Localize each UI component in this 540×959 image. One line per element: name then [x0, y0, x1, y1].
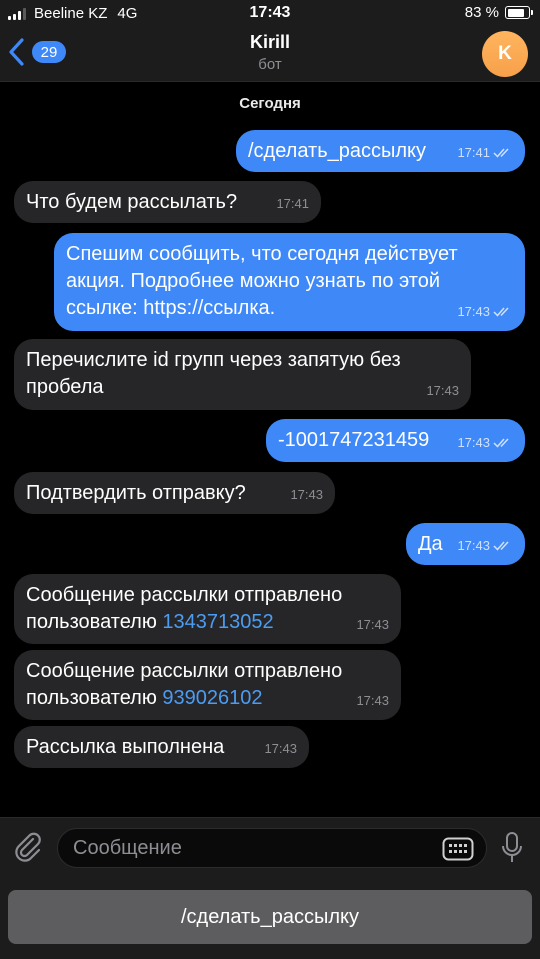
message-text: -1001747231459: [278, 429, 430, 451]
message-time: 17:43: [264, 741, 297, 756]
message-time: 17:43: [457, 532, 513, 559]
status-time: 17:43: [249, 4, 291, 21]
message-incoming[interactable]: Сообщение рассылки отправлено пользовате…: [14, 650, 401, 720]
message-text: Да: [418, 533, 443, 555]
message-text-line: Сообщение рассылки отправлено: [26, 660, 343, 682]
message-outgoing[interactable]: Спешим сообщить, что сегодня действует а…: [54, 233, 525, 331]
message-text-line: пользователю 939026102: [26, 687, 263, 709]
message-text-line: Перечислите id групп через запятую без: [26, 349, 401, 371]
message-time: 17:43: [457, 429, 513, 456]
message-input-bar: [0, 817, 540, 875]
message-incoming[interactable]: Что будем рассылать? 17:41: [14, 181, 321, 223]
message-time: 17:43: [426, 383, 459, 398]
date-separator: Сегодня: [239, 95, 301, 112]
paperclip-icon[interactable]: [13, 831, 43, 863]
message-input[interactable]: [58, 829, 486, 867]
message-time: 17:43: [356, 693, 389, 708]
chat-subtitle: бот: [258, 56, 282, 73]
message-outgoing[interactable]: -1001747231459 17:43: [266, 419, 525, 462]
message-incoming[interactable]: Перечислите id групп через запятую без п…: [14, 339, 471, 410]
message-incoming[interactable]: Сообщение рассылки отправлено пользовате…: [14, 574, 401, 644]
chat-title: Kirill: [249, 32, 290, 52]
double-check-icon: [493, 307, 509, 317]
message-outgoing[interactable]: Да 17:43: [406, 523, 525, 565]
message-text: Рассылка выполнена: [26, 736, 225, 758]
message-text-line: ссылке: https://ссылка.: [66, 297, 276, 319]
message-text-line: Спешим сообщить, что сегодня действует: [66, 243, 458, 265]
user-id-link[interactable]: 939026102: [162, 687, 262, 709]
message-text-line: акция. Подробнее можно узнать по этой: [66, 270, 441, 292]
message-time: 17:43: [356, 617, 389, 632]
message-field[interactable]: [57, 828, 487, 868]
status-bar: Beeline KZ 4G 17:43 83 %: [0, 0, 540, 28]
message-text: Подтвердить отправку?: [26, 482, 246, 504]
message-outgoing[interactable]: /сделать_рассылку 17:41: [236, 130, 525, 172]
battery-percent: 83 %: [464, 4, 499, 21]
microphone-icon[interactable]: [500, 831, 524, 865]
bot-command-button[interactable]: /сделать_рассылку: [8, 890, 532, 944]
user-id-link[interactable]: 1343713052: [162, 611, 273, 633]
message-incoming[interactable]: Подтвердить отправку? 17:43: [14, 472, 335, 514]
message-text-line: пробела: [26, 376, 104, 398]
message-time: 17:41: [276, 196, 309, 211]
double-check-icon: [493, 541, 509, 551]
message-text: /сделать_рассылку: [248, 140, 427, 162]
message-text-line: Сообщение рассылки отправлено: [26, 584, 343, 606]
message-incoming[interactable]: Рассылка выполнена 17:43: [14, 726, 309, 768]
chat-header: 29 Kirill бот K: [0, 28, 540, 82]
message-list[interactable]: Сегодня /сделать_рассылку 17:41 Что буде…: [0, 83, 540, 817]
message-time: 17:43: [457, 298, 513, 325]
message-text-line: пользователю 1343713052: [26, 611, 274, 633]
message-time: 17:41: [457, 139, 513, 166]
message-time: 17:43: [290, 487, 323, 502]
bot-keyboard-panel: /сделать_рассылку: [0, 875, 540, 959]
message-text: Что будем рассылать?: [26, 191, 238, 213]
double-check-icon: [493, 438, 509, 448]
avatar[interactable]: K: [482, 31, 528, 77]
status-right: 83 %: [464, 4, 533, 21]
bot-keyboard-icon[interactable]: [442, 837, 474, 861]
battery-icon: [505, 6, 533, 19]
chat-title-block[interactable]: Kirill бот: [0, 32, 540, 73]
double-check-icon: [493, 148, 509, 158]
